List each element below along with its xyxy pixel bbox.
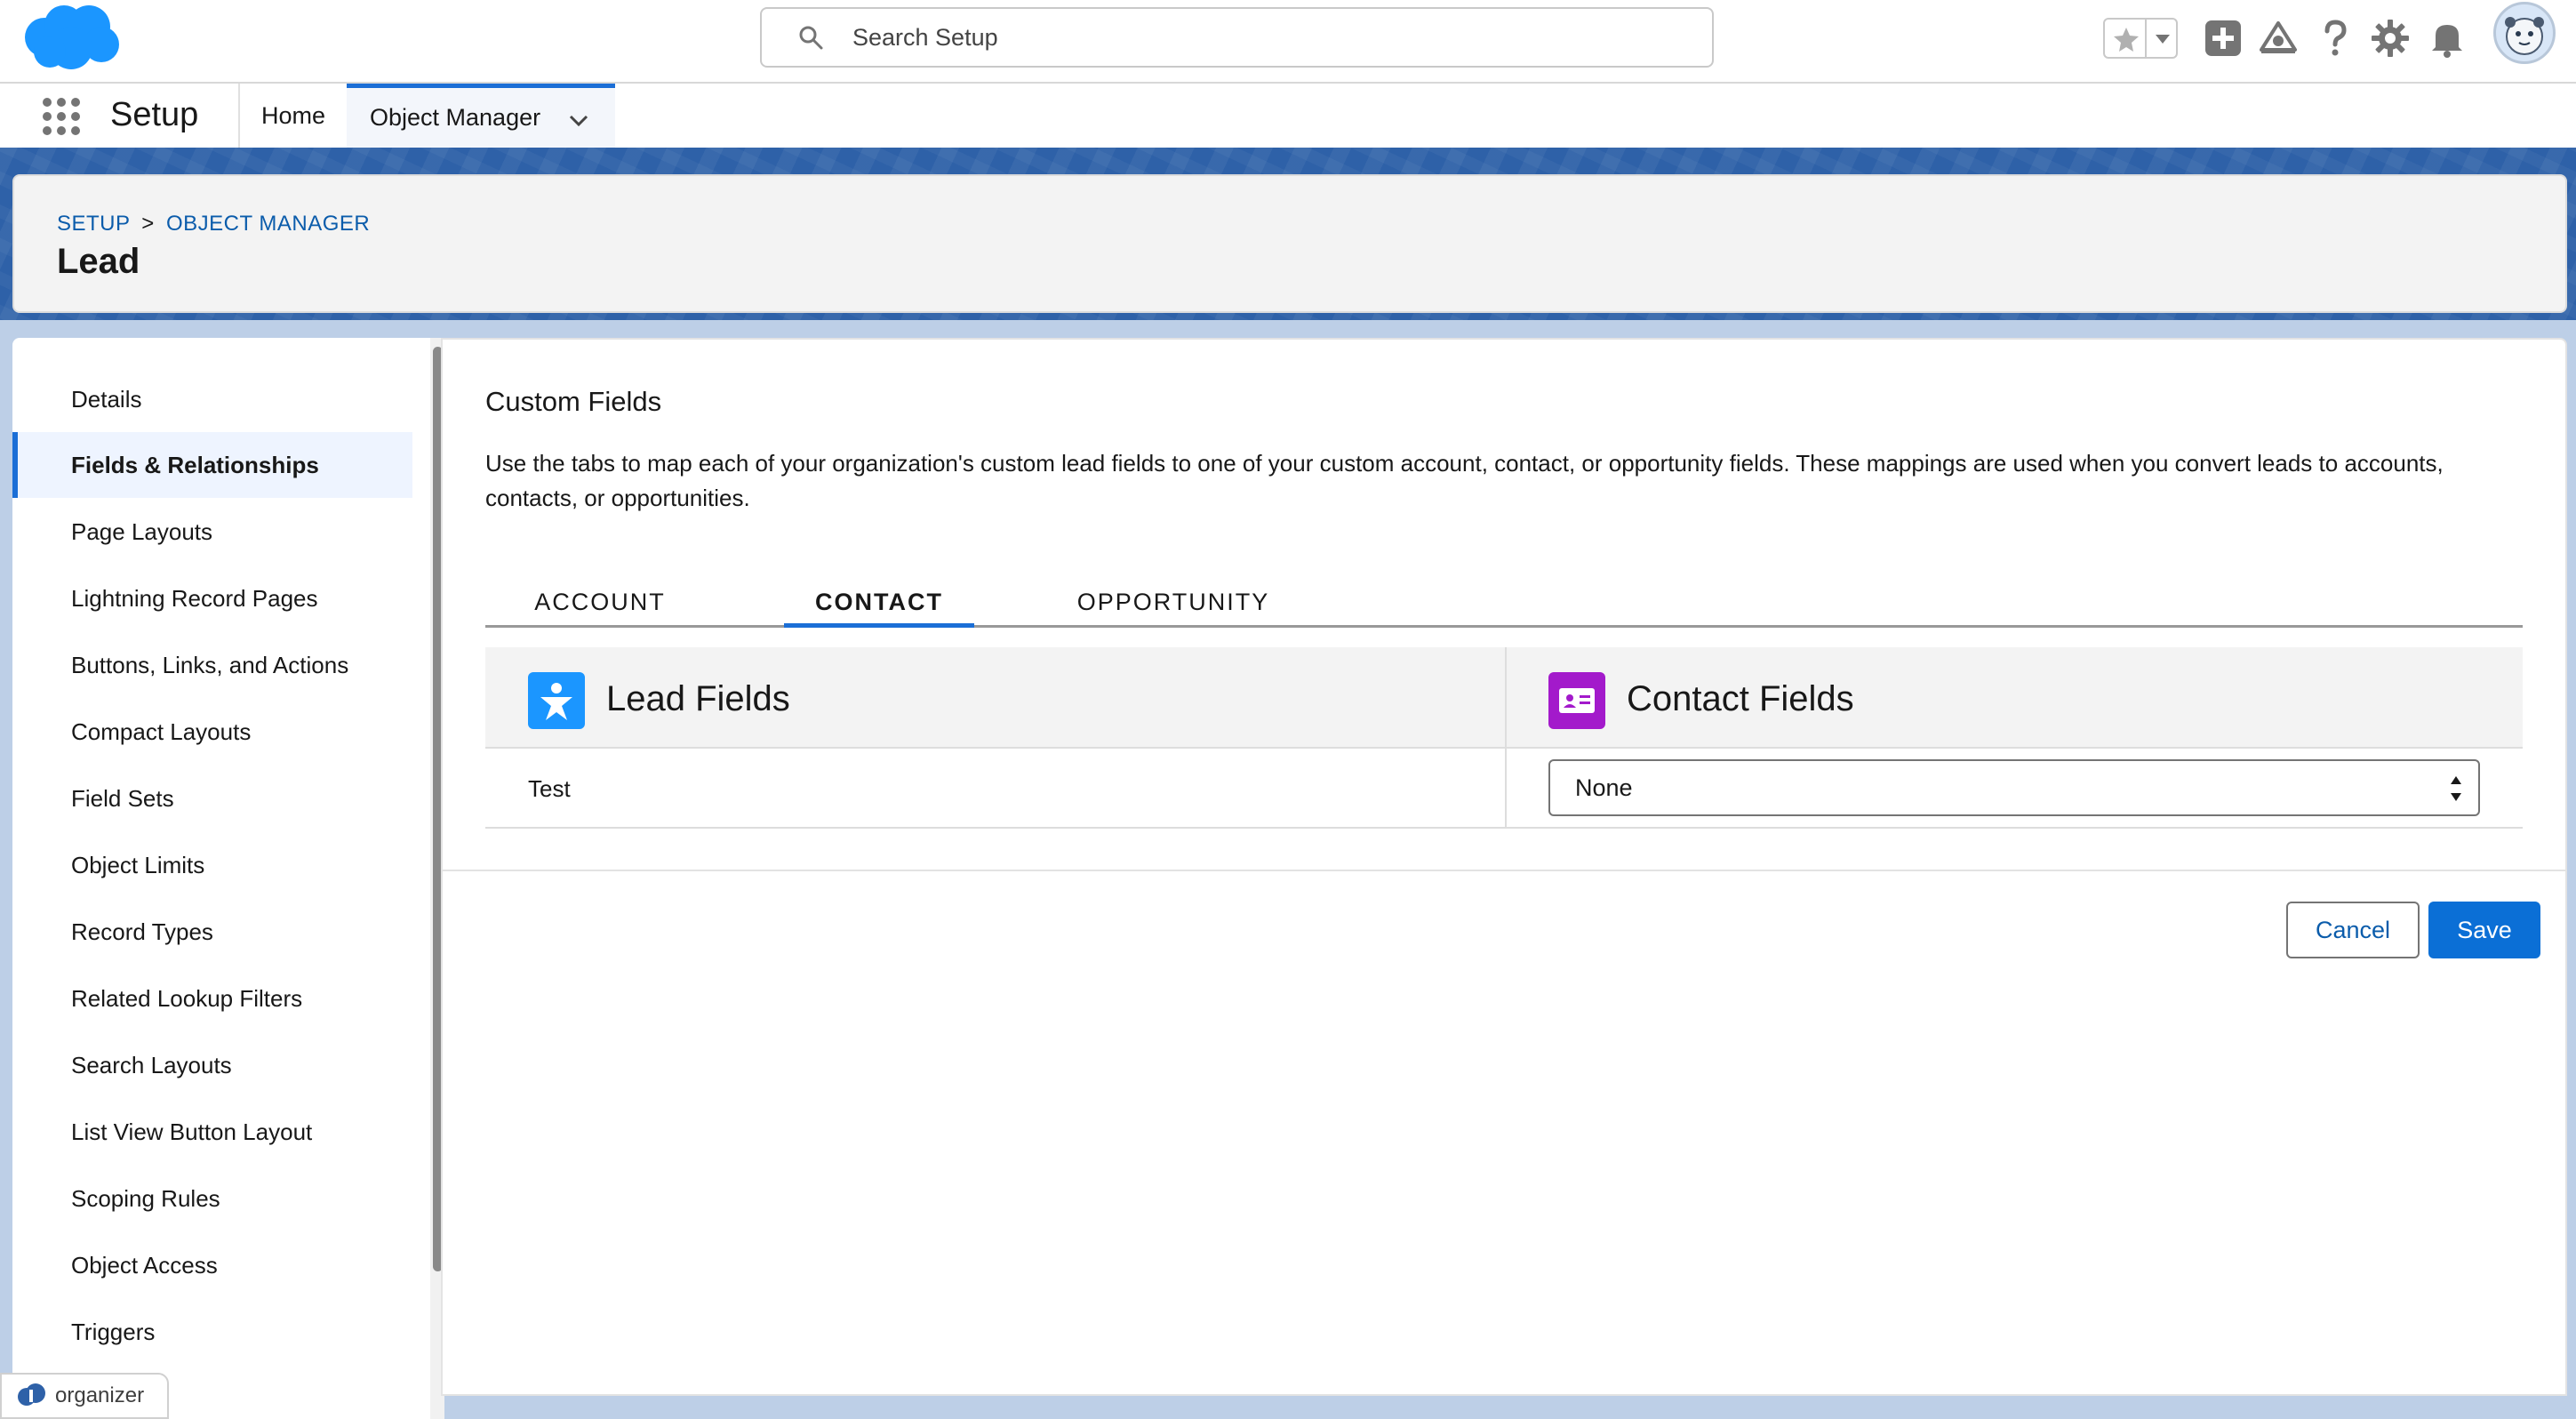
sidebar-item-fields-relationships[interactable]: Fields & Relationships <box>12 432 412 498</box>
page-title: Lead <box>57 242 140 281</box>
field-mapping-table: Lead Fields Contact Fields Test None <box>485 647 2523 829</box>
sidebar-item-page-layouts[interactable]: Page Layouts <box>12 499 412 565</box>
section-description: Use the tabs to map each of your organiz… <box>485 450 2444 511</box>
column-divider <box>1505 647 1507 829</box>
sidebar-item-compact-layouts[interactable]: Compact Layouts <box>12 699 412 765</box>
astro-avatar-icon <box>2505 17 2544 55</box>
chevron-down-icon[interactable] <box>565 108 592 134</box>
notifications-bell-icon[interactable] <box>2427 18 2468 59</box>
save-button[interactable]: Save <box>2428 902 2540 958</box>
sidebar-item-related-lookup-filters[interactable]: Related Lookup Filters <box>12 966 412 1031</box>
contact-fields-header: Contact Fields <box>1627 679 1854 718</box>
organizer-extension-badge[interactable]: organizer <box>0 1373 169 1419</box>
lead-star-person-icon <box>540 683 572 720</box>
sidebar-item-list-view-button-layout[interactable]: List View Button Layout <box>12 1099 412 1165</box>
breadcrumb-setup[interactable]: SETUP <box>57 212 130 236</box>
star-icon[interactable] <box>2112 25 2140 53</box>
trailhead-guidance-icon[interactable] <box>2258 18 2299 59</box>
sidebar-item-scoping-rules[interactable]: Scoping Rules <box>12 1166 412 1231</box>
select-arrows-icon <box>2451 776 2461 801</box>
organizer-label: organizer <box>55 1383 145 1407</box>
object-sidebar: Details Fields & Relationships Page Layo… <box>12 338 444 1419</box>
search-placeholder: Search Setup <box>852 23 998 51</box>
sidebar-item-triggers[interactable]: Triggers <box>12 1299 412 1365</box>
search-setup-input[interactable]: Search Setup <box>760 7 1714 68</box>
help-icon[interactable] <box>2315 18 2356 59</box>
caret-down-icon[interactable] <box>2151 27 2174 50</box>
sidebar-item-record-types[interactable]: Record Types <box>12 899 412 965</box>
contact-field-select-value: None <box>1575 774 1633 801</box>
lead-object-icon <box>528 672 585 729</box>
app-launcher-icon[interactable] <box>41 96 82 137</box>
contact-object-icon <box>1548 672 1605 729</box>
search-icon <box>799 26 823 50</box>
app-name: Setup <box>110 96 199 133</box>
context-bar: Setup Home Object Manager <box>0 82 2576 148</box>
section-title: Custom Fields <box>485 386 662 417</box>
lead-field-name: Test <box>528 775 571 802</box>
nav-tab-object-manager[interactable]: Object Manager <box>347 84 615 148</box>
nav-tab-home[interactable]: Home <box>238 84 347 148</box>
global-header: Search Setup <box>0 0 2576 82</box>
sidebar-item-object-access[interactable]: Object Access <box>12 1232 412 1298</box>
sidebar-item-details[interactable]: Details <box>12 366 412 432</box>
table-row: Test None <box>485 750 2523 829</box>
custom-fields-section: Custom Fields Use the tabs to map each o… <box>443 340 2565 871</box>
breadcrumb-separator: > <box>141 212 155 236</box>
mapping-header-row: Lead Fields Contact Fields <box>485 647 2523 749</box>
user-avatar[interactable] <box>2493 2 2556 64</box>
page-header: SETUP > OBJECT MANAGER Lead <box>12 174 2567 313</box>
sidebar-item-search-layouts[interactable]: Search Layouts <box>12 1032 412 1098</box>
mapping-tabs: ACCOUNT CONTACT OPPORTUNITY <box>485 581 2523 628</box>
sidebar-item-field-sets[interactable]: Field Sets <box>12 766 412 831</box>
tab-opportunity[interactable]: OPPORTUNITY <box>1040 581 1307 628</box>
favorites-group <box>2103 18 2178 59</box>
global-create-icon[interactable] <box>2203 18 2244 59</box>
organizer-logo-icon <box>18 1383 45 1406</box>
nav-tab-object-manager-label: Object Manager <box>370 104 541 131</box>
salesforce-cloud-logo[interactable] <box>18 2 123 73</box>
breadcrumb-object-manager[interactable]: OBJECT MANAGER <box>166 212 370 236</box>
contact-field-select[interactable]: None <box>1548 759 2480 816</box>
contact-card-icon <box>1559 688 1595 713</box>
favorites-divider <box>2145 20 2147 57</box>
gear-icon[interactable] <box>2370 18 2411 59</box>
sidebar-item-object-limits[interactable]: Object Limits <box>12 832 412 898</box>
cancel-button[interactable]: Cancel <box>2286 902 2420 958</box>
sidebar-item-buttons-links-actions[interactable]: Buttons, Links, and Actions <box>12 632 412 698</box>
lead-fields-header: Lead Fields <box>606 679 790 718</box>
tab-account[interactable]: ACCOUNT <box>485 581 715 628</box>
tab-contact[interactable]: CONTACT <box>784 581 974 628</box>
breadcrumb: SETUP > OBJECT MANAGER <box>57 212 370 236</box>
sidebar-item-lightning-record-pages[interactable]: Lightning Record Pages <box>12 565 412 631</box>
main-content: Custom Fields Use the tabs to map each o… <box>441 338 2567 1396</box>
